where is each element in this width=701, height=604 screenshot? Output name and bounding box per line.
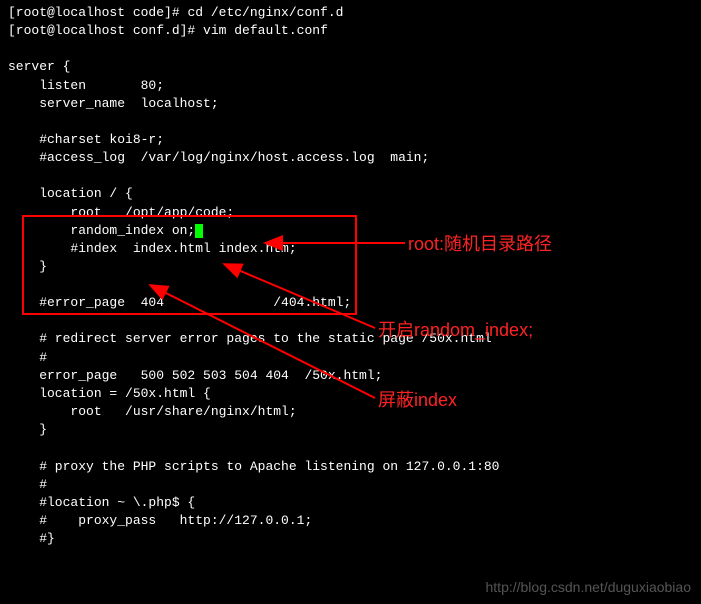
config-line: [8, 312, 693, 330]
blank-line: [8, 40, 693, 58]
watermark-text: http://blog.csdn.net/duguxiaobiao: [486, 578, 692, 598]
config-line: [8, 440, 693, 458]
shell-command: cd /etc/nginx/conf.d: [187, 5, 343, 20]
terminal-output: [root@localhost code]# cd /etc/nginx/con…: [0, 0, 701, 553]
config-line: #: [8, 349, 693, 367]
config-line: [8, 167, 693, 185]
config-line: location = /50x.html {: [8, 385, 693, 403]
prompt-line: [root@localhost code]# cd /etc/nginx/con…: [8, 4, 693, 22]
config-line: root /opt/app/code;: [8, 204, 693, 222]
config-line: #error_page 404 /404.html;: [8, 294, 693, 312]
config-line: # redirect server error pages to the sta…: [8, 330, 693, 348]
shell-prompt: [root@localhost conf.d]#: [8, 23, 203, 38]
config-line: [8, 276, 693, 294]
cursor-icon: [195, 224, 203, 238]
config-line: # proxy_pass http://127.0.0.1;: [8, 512, 693, 530]
config-line: }: [8, 421, 693, 439]
config-line: listen 80;: [8, 77, 693, 95]
config-line: error_page 500 502 503 504 404 /50x.html…: [8, 367, 693, 385]
config-line: #: [8, 476, 693, 494]
config-line: server_name localhost;: [8, 95, 693, 113]
config-line: #index index.html index.htm;: [8, 240, 693, 258]
config-line: #access_log /var/log/nginx/host.access.l…: [8, 149, 693, 167]
shell-command: vim default.conf: [203, 23, 328, 38]
config-line: #}: [8, 530, 693, 548]
config-line: # proxy the PHP scripts to Apache listen…: [8, 458, 693, 476]
config-line: random_index on;: [8, 222, 693, 240]
config-line: location / {: [8, 185, 693, 203]
config-line: [8, 113, 693, 131]
config-line: root /usr/share/nginx/html;: [8, 403, 693, 421]
shell-prompt: [root@localhost code]#: [8, 5, 187, 20]
config-text: random_index on;: [8, 223, 195, 238]
config-line: #charset koi8-r;: [8, 131, 693, 149]
config-line: }: [8, 258, 693, 276]
config-line: server {: [8, 58, 693, 76]
prompt-line: [root@localhost conf.d]# vim default.con…: [8, 22, 693, 40]
config-line: #location ~ \.php$ {: [8, 494, 693, 512]
